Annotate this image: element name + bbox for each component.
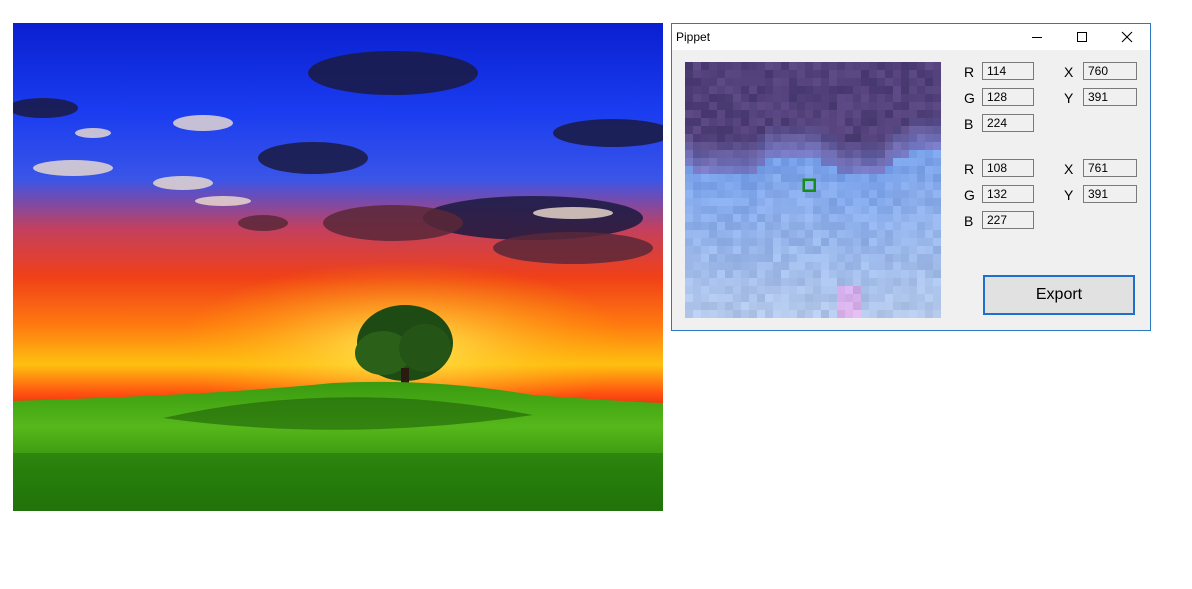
maximize-icon xyxy=(1077,32,1087,42)
g-value-field-2[interactable] xyxy=(982,185,1034,203)
r-value-field-2[interactable] xyxy=(982,159,1034,177)
pippet-window: Pippet R G B X Y R G B X Y Export xyxy=(671,23,1151,331)
window-title: Pippet xyxy=(676,30,711,44)
x-label: X xyxy=(1064,64,1074,80)
r-label: R xyxy=(964,64,975,80)
export-button[interactable]: Export xyxy=(983,275,1135,315)
y-label: Y xyxy=(1064,187,1074,203)
maximize-button[interactable] xyxy=(1059,24,1105,50)
magnifier-preview xyxy=(685,62,941,318)
b-value-field-1[interactable] xyxy=(982,114,1034,132)
x-value-field-1[interactable] xyxy=(1083,62,1137,80)
b-label: B xyxy=(964,116,974,132)
g-value-field-1[interactable] xyxy=(982,88,1034,106)
x-value-field-2[interactable] xyxy=(1083,159,1137,177)
r-value-field-1[interactable] xyxy=(982,62,1034,80)
close-icon xyxy=(1121,31,1133,43)
b-value-field-2[interactable] xyxy=(982,211,1034,229)
title-bar[interactable]: Pippet xyxy=(672,24,1150,50)
b-label: B xyxy=(964,213,974,229)
minimize-icon xyxy=(1032,37,1042,38)
close-button[interactable] xyxy=(1104,24,1150,50)
r-label: R xyxy=(964,161,975,177)
y-value-field-1[interactable] xyxy=(1083,88,1137,106)
g-label: G xyxy=(964,90,975,106)
landscape-image xyxy=(13,23,663,511)
x-label: X xyxy=(1064,161,1074,177)
y-label: Y xyxy=(1064,90,1074,106)
minimize-button[interactable] xyxy=(1014,24,1060,50)
y-value-field-2[interactable] xyxy=(1083,185,1137,203)
g-label: G xyxy=(964,187,975,203)
